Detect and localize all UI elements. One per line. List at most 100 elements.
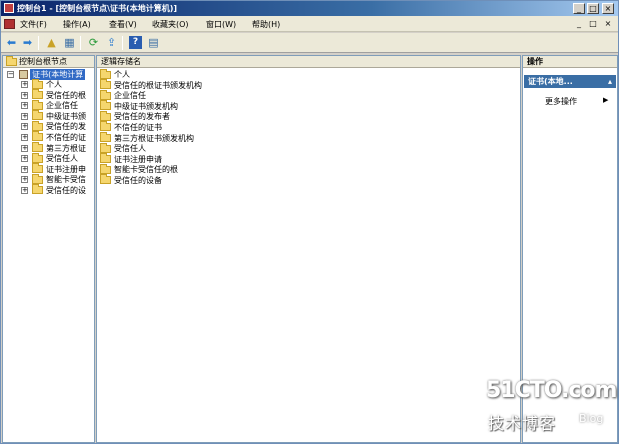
tree-item[interactable]: + 中级证书颁 bbox=[21, 110, 86, 123]
tree-item[interactable]: + 智能卡受信 bbox=[21, 173, 86, 186]
folder-icon bbox=[32, 120, 43, 131]
minimize-button[interactable]: _ bbox=[573, 3, 585, 14]
tree-item[interactable]: + 证书注册申 bbox=[21, 163, 86, 176]
console-tree-pane: 控制台根节点 − 证书(本地计算 + 个人 + 受信任的根 + 企业信任 + 中级证书颁… bbox=[2, 55, 95, 443]
folder-icon bbox=[100, 68, 111, 79]
tree-item-label: 中级证书颁 bbox=[46, 111, 86, 121]
collapse-icon[interactable]: − bbox=[7, 71, 14, 78]
collapse-caret-icon[interactable]: ▴ bbox=[608, 75, 612, 88]
folder-icon bbox=[100, 163, 111, 174]
expand-icon[interactable]: + bbox=[21, 155, 28, 163]
toolbar-separator bbox=[122, 36, 123, 50]
close-button[interactable]: × bbox=[602, 3, 614, 14]
actions-section-label: 证书(本地... bbox=[528, 77, 573, 86]
show-console-tree-icon[interactable]: ▦ bbox=[63, 36, 76, 49]
folder-icon bbox=[100, 79, 111, 90]
doc-close-button[interactable]: × bbox=[602, 18, 614, 29]
tree-item-label: 个人 bbox=[46, 80, 62, 89]
actions-header: 操作 bbox=[523, 56, 617, 68]
tree-item[interactable]: + 受信任人 bbox=[21, 152, 86, 165]
tree-item-label: 第三方根证 bbox=[46, 143, 86, 153]
list-item[interactable]: 个人 bbox=[100, 68, 202, 81]
expand-icon[interactable]: + bbox=[21, 81, 28, 88]
expand-icon[interactable]: + bbox=[21, 186, 28, 194]
expand-icon[interactable]: + bbox=[21, 165, 28, 173]
submenu-arrow-icon: ▶ bbox=[603, 96, 609, 104]
console-app-icon bbox=[4, 3, 14, 13]
list-item-label: 中级证书颁发机构 bbox=[114, 101, 178, 111]
menu-favorites[interactable]: 收藏夹(O) bbox=[152, 19, 189, 30]
expand-icon[interactable]: + bbox=[21, 102, 28, 110]
list-item[interactable]: 证书注册申请 bbox=[100, 153, 202, 166]
more-actions-link[interactable]: 更多操作 bbox=[545, 96, 577, 107]
doc-restore-button[interactable]: □ bbox=[587, 18, 599, 29]
store-list: 个人 受信任的根证书颁发机构 企业信任 中级证书颁发机构 受信任的发布者 不信任… bbox=[100, 68, 202, 187]
expand-icon[interactable]: + bbox=[21, 123, 28, 131]
title-bar[interactable]: 控制台1 - [控制台根节点\证书(本地计算机)] _ □ × bbox=[1, 1, 618, 16]
toolbar: ⬅ ➡ ▲ ▦ ⟳ ⇪ ? ▤ bbox=[1, 33, 618, 53]
expand-icon[interactable]: + bbox=[21, 176, 28, 184]
document-icon[interactable] bbox=[4, 19, 15, 29]
folder-icon bbox=[32, 131, 43, 142]
tree-item-label: 智能卡受信 bbox=[46, 175, 86, 185]
refresh-icon[interactable]: ⟳ bbox=[87, 36, 100, 49]
tree-item[interactable]: + 受信任的根 bbox=[21, 89, 86, 102]
list-item-label: 智能卡受信任的根 bbox=[114, 165, 178, 175]
help-icon[interactable]: ? bbox=[129, 36, 142, 49]
list-item[interactable]: 受信任的设备 bbox=[100, 174, 202, 187]
list-item[interactable]: 受信任的发布者 bbox=[100, 110, 202, 123]
list-item[interactable]: 受信任的根证书颁发机构 bbox=[100, 79, 202, 92]
list-item[interactable]: 企业信任 bbox=[100, 89, 202, 102]
expand-icon[interactable]: + bbox=[21, 144, 28, 152]
menu-action[interactable]: 操作(A) bbox=[63, 19, 91, 30]
doc-minimize-button[interactable]: _ bbox=[573, 18, 585, 29]
folder-icon bbox=[32, 152, 43, 163]
list-item-label: 不信任的证书 bbox=[114, 122, 162, 132]
folder-icon bbox=[100, 142, 111, 153]
list-item-label: 受信任的设备 bbox=[114, 175, 162, 185]
properties-icon[interactable]: ▤ bbox=[147, 36, 160, 49]
tree-root-certificates[interactable]: − 证书(本地计算 bbox=[7, 69, 86, 80]
tree-item[interactable]: + 个人 bbox=[21, 78, 86, 91]
forward-arrow-icon[interactable]: ➡ bbox=[21, 36, 34, 49]
folder-icon bbox=[32, 110, 43, 121]
up-level-icon[interactable]: ▲ bbox=[45, 36, 58, 49]
expand-icon[interactable]: + bbox=[21, 133, 28, 141]
folder-icon bbox=[100, 89, 111, 100]
folder-icon bbox=[100, 121, 111, 132]
folder-icon bbox=[32, 99, 43, 110]
list-item-label: 受信任的发布者 bbox=[114, 112, 170, 122]
tree-item-label: 受信任人 bbox=[46, 154, 78, 164]
list-item-label: 企业信任 bbox=[114, 91, 146, 101]
actions-pane: 操作 证书(本地... ▴ 更多操作 ▶ bbox=[522, 55, 618, 443]
actions-section-title[interactable]: 证书(本地... ▴ bbox=[524, 75, 616, 88]
export-list-icon[interactable]: ⇪ bbox=[105, 36, 118, 49]
list-item-label: 证书注册申请 bbox=[114, 154, 162, 164]
list-item[interactable]: 智能卡受信任的根 bbox=[100, 163, 202, 176]
tree-item-label: 受信任的根 bbox=[46, 90, 86, 100]
menu-view[interactable]: 查看(V) bbox=[109, 19, 137, 30]
menu-file[interactable]: 文件(F) bbox=[20, 19, 47, 30]
tree-item[interactable]: + 不信任的证 bbox=[21, 131, 86, 144]
list-item[interactable]: 受信任人 bbox=[100, 142, 202, 155]
tree-item[interactable]: + 受信任的设 bbox=[21, 184, 86, 197]
folder-icon bbox=[100, 174, 111, 185]
menu-window[interactable]: 窗口(W) bbox=[206, 19, 236, 30]
maximize-button[interactable]: □ bbox=[587, 3, 599, 14]
list-item[interactable]: 第三方根证书颁发机构 bbox=[100, 132, 202, 145]
menu-help[interactable]: 帮助(H) bbox=[252, 19, 280, 30]
folder-icon bbox=[32, 78, 43, 89]
column-header-logical-store[interactable]: 逻辑存储名 bbox=[97, 56, 520, 68]
list-item[interactable]: 中级证书颁发机构 bbox=[100, 100, 202, 113]
tree-item[interactable]: + 受信任的发 bbox=[21, 120, 86, 133]
expand-icon[interactable]: + bbox=[21, 91, 28, 99]
tree-item-label: 证书注册申 bbox=[46, 164, 86, 174]
list-item-label: 受信任人 bbox=[114, 144, 146, 154]
results-pane: 逻辑存储名 个人 受信任的根证书颁发机构 企业信任 中级证书颁发机构 受信任的发… bbox=[96, 55, 521, 443]
tree-item[interactable]: + 企业信任 bbox=[21, 99, 86, 112]
expand-icon[interactable]: + bbox=[21, 112, 28, 120]
list-item[interactable]: 不信任的证书 bbox=[100, 121, 202, 134]
folder-icon bbox=[32, 163, 43, 174]
tree-item[interactable]: + 第三方根证 bbox=[21, 142, 86, 155]
back-arrow-icon[interactable]: ⬅ bbox=[5, 36, 18, 49]
